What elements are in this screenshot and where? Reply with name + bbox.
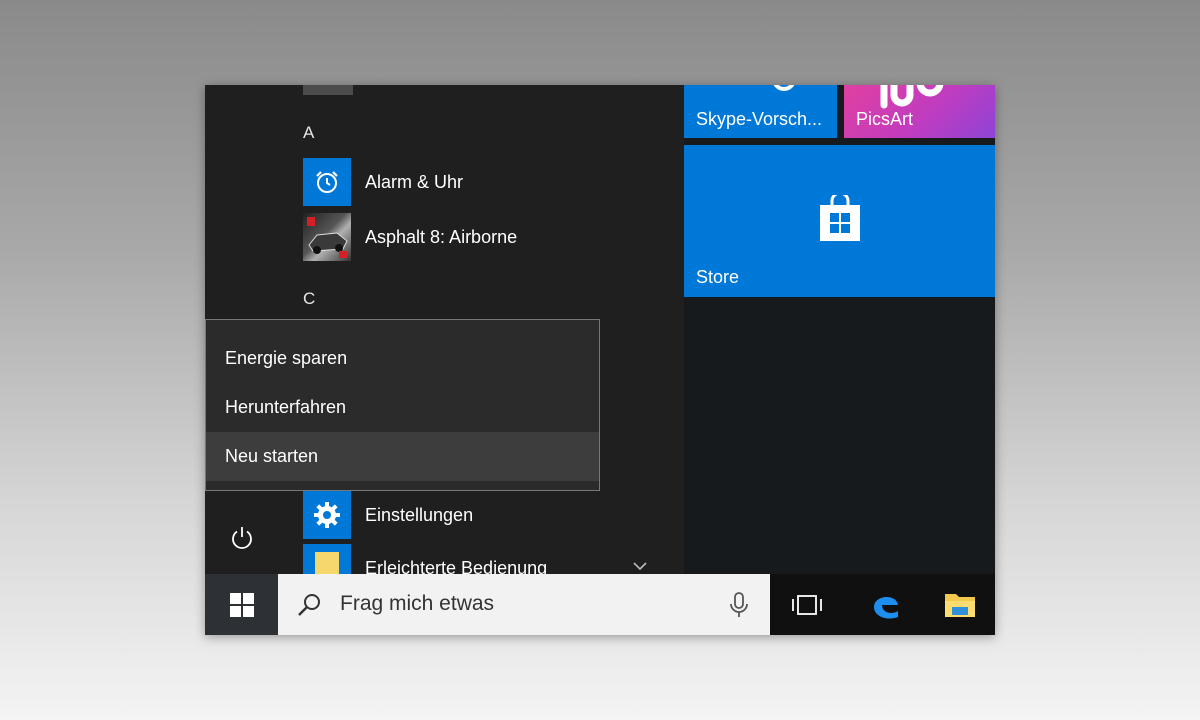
asphalt-game-icon [303, 213, 351, 261]
app-icon-partial [303, 85, 353, 95]
skype-icon [773, 85, 795, 91]
alarm-clock-icon [303, 158, 351, 206]
screen: A Alarm & Uhr Asphalt 8: Airborne C Eins… [205, 85, 995, 635]
app-label: Asphalt 8: Airborne [365, 226, 518, 247]
search-icon [298, 594, 320, 616]
task-view-icon [792, 595, 822, 615]
file-explorer-button[interactable] [942, 587, 978, 623]
power-menu-shutdown[interactable]: Herunterfahren [206, 383, 599, 432]
power-menu-padding [206, 320, 599, 324]
app-erleichterte-bedienung[interactable]: Erleichterte Bedienung [303, 544, 547, 578]
power-icon [232, 527, 252, 549]
power-button[interactable] [227, 523, 257, 553]
task-view-button[interactable] [789, 587, 825, 623]
search-box[interactable]: Frag mich etwas [278, 574, 770, 635]
power-menu: Energie sparen Herunterfahren Neu starte… [205, 319, 600, 491]
tile-label: PicsArt [856, 109, 914, 129]
app-label: Alarm & Uhr [365, 171, 464, 192]
gear-icon [303, 491, 351, 539]
app-alarm-uhr[interactable]: Alarm & Uhr [303, 158, 463, 206]
edge-button[interactable] [868, 587, 904, 623]
tile-label: Skype-Vorsch... [696, 109, 823, 129]
section-letter-c[interactable]: C [303, 289, 315, 309]
start-button[interactable] [205, 574, 278, 635]
power-menu-restart[interactable]: Neu starten [206, 432, 599, 481]
tile-label: Store [696, 267, 740, 287]
folder-icon [303, 544, 351, 574]
file-explorer-icon [945, 594, 975, 617]
app-label: Einstellungen [365, 504, 474, 525]
tile-picsart[interactable]: PicsArt [844, 85, 995, 138]
app-einstellungen[interactable]: Einstellungen [303, 491, 473, 539]
microphone-icon[interactable] [728, 591, 750, 619]
tile-skype[interactable]: Skype-Vorsch... [684, 85, 837, 138]
power-menu-sleep[interactable]: Energie sparen [206, 334, 599, 383]
taskbar: Frag mich etwas [205, 574, 995, 635]
store-bag-icon [820, 195, 860, 241]
chevron-down-icon[interactable] [630, 559, 650, 571]
start-menu-tiles: Skype-Vorsch... PicsArt Store [684, 85, 995, 574]
search-placeholder: Frag mich etwas [340, 592, 495, 615]
app-asphalt-8[interactable]: Asphalt 8: Airborne [303, 213, 517, 261]
edge-icon [874, 596, 898, 619]
section-letter-a[interactable]: A [303, 123, 314, 143]
tile-store[interactable]: Store [684, 145, 995, 297]
windows-logo-icon [229, 592, 254, 617]
